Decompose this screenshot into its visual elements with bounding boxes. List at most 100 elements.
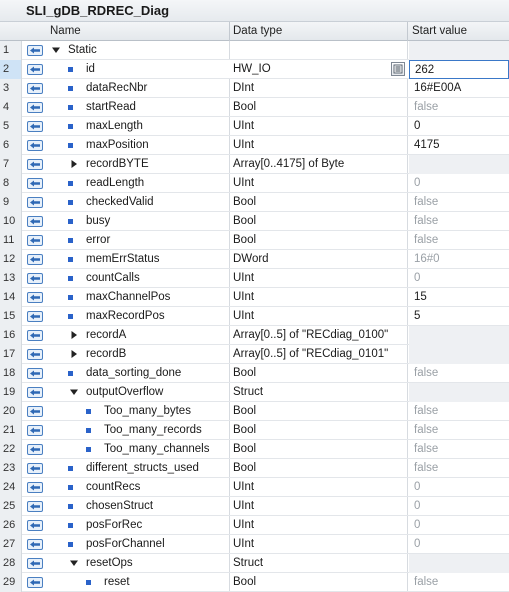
variable-name[interactable]: resetOps: [86, 557, 133, 569]
data-type-cell[interactable]: Struct: [233, 557, 263, 569]
table-row[interactable]: 29 reset Bool false: [0, 573, 509, 592]
row-number[interactable]: 18: [0, 364, 22, 383]
variable-name[interactable]: Too_many_channels: [104, 443, 210, 455]
variable-name[interactable]: reset: [104, 576, 130, 588]
table-row[interactable]: 13 countCalls UInt 0: [0, 269, 509, 288]
table-row[interactable]: 26 posForRec UInt 0: [0, 516, 509, 535]
start-value-cell[interactable]: 0: [409, 497, 509, 516]
row-number[interactable]: 16: [0, 326, 22, 345]
variable-name[interactable]: maxLength: [86, 120, 143, 132]
row-number[interactable]: 26: [0, 516, 22, 535]
table-row[interactable]: 22 Too_many_channels Bool false: [0, 440, 509, 459]
start-value-cell[interactable]: false: [409, 440, 509, 459]
data-type-cell[interactable]: DInt: [233, 82, 254, 94]
row-number[interactable]: 23: [0, 459, 22, 478]
data-type-cell[interactable]: Bool: [233, 576, 256, 588]
start-value-cell[interactable]: false: [409, 98, 509, 117]
start-value-cell[interactable]: false: [409, 193, 509, 212]
variable-name[interactable]: memErrStatus: [86, 253, 160, 265]
variable-name[interactable]: dataRecNbr: [86, 82, 147, 94]
column-divider[interactable]: [229, 22, 230, 41]
variable-name[interactable]: checkedValid: [86, 196, 154, 208]
table-row[interactable]: 4 startRead Bool false: [0, 98, 509, 117]
data-type-cell[interactable]: UInt: [233, 177, 254, 189]
data-type-cell[interactable]: HW_IO: [233, 63, 271, 75]
variable-name[interactable]: recordBYTE: [86, 158, 149, 170]
table-row[interactable]: 3 dataRecNbr DInt 16#E00A: [0, 79, 509, 98]
expand-triangle-icon[interactable]: [69, 159, 79, 169]
start-value-cell[interactable]: false: [409, 421, 509, 440]
variable-name[interactable]: maxPosition: [86, 139, 149, 151]
start-value-cell[interactable]: 16#E00A: [409, 79, 509, 98]
start-value-cell[interactable]: 15: [409, 288, 509, 307]
table-row[interactable]: 14 maxChannelPos UInt 15: [0, 288, 509, 307]
row-number[interactable]: 24: [0, 478, 22, 497]
data-type-cell[interactable]: UInt: [233, 120, 254, 132]
start-value-cell[interactable]: [409, 345, 509, 364]
row-number[interactable]: 15: [0, 307, 22, 326]
row-number[interactable]: 1: [0, 41, 22, 60]
variable-name[interactable]: maxRecordPos: [86, 310, 165, 322]
data-type-cell[interactable]: Bool: [233, 234, 256, 246]
variable-name[interactable]: countRecs: [86, 481, 140, 493]
start-value-cell[interactable]: 16#0: [409, 250, 509, 269]
table-row[interactable]: 17 recordB Array[0..5] of "RECdiag_0101": [0, 345, 509, 364]
variable-name[interactable]: recordA: [86, 329, 126, 341]
start-value-cell[interactable]: false: [409, 231, 509, 250]
variable-name[interactable]: Too_many_bytes: [104, 405, 191, 417]
start-value-cell[interactable]: 0: [409, 478, 509, 497]
data-type-cell[interactable]: Bool: [233, 424, 256, 436]
row-number[interactable]: 13: [0, 269, 22, 288]
start-value-cell[interactable]: 0: [409, 117, 509, 136]
row-number[interactable]: 29: [0, 573, 22, 592]
table-row[interactable]: 8 readLength UInt 0: [0, 174, 509, 193]
table-row[interactable]: 12 memErrStatus DWord 16#0: [0, 250, 509, 269]
data-type-cell[interactable]: UInt: [233, 500, 254, 512]
variable-name[interactable]: countCalls: [86, 272, 140, 284]
table-row[interactable]: 18 data_sorting_done Bool false: [0, 364, 509, 383]
variable-name[interactable]: readLength: [86, 177, 144, 189]
row-number[interactable]: 7: [0, 155, 22, 174]
data-type-cell[interactable]: DWord: [233, 253, 269, 265]
variable-name[interactable]: Too_many_records: [104, 424, 202, 436]
table-row[interactable]: 10 busy Bool false: [0, 212, 509, 231]
start-value-cell[interactable]: 0: [409, 174, 509, 193]
data-type-cell[interactable]: Struct: [233, 386, 263, 398]
collapse-triangle-icon[interactable]: [69, 387, 79, 397]
data-type-cell[interactable]: Bool: [233, 443, 256, 455]
variable-name[interactable]: id: [86, 63, 95, 75]
start-value-cell[interactable]: 0: [409, 269, 509, 288]
row-number[interactable]: 11: [0, 231, 22, 250]
column-header-name[interactable]: Name: [50, 25, 81, 37]
table-row[interactable]: 6 maxPosition UInt 4175: [0, 136, 509, 155]
table-row[interactable]: 28 resetOps Struct: [0, 554, 509, 573]
start-value-cell[interactable]: [409, 326, 509, 345]
start-value-input[interactable]: 262: [409, 60, 509, 79]
row-number[interactable]: 10: [0, 212, 22, 231]
data-type-cell[interactable]: Bool: [233, 367, 256, 379]
table-row[interactable]: 27 posForChannel UInt 0: [0, 535, 509, 554]
table-row[interactable]: 11 error Bool false: [0, 231, 509, 250]
row-number[interactable]: 5: [0, 117, 22, 136]
data-type-cell[interactable]: Bool: [233, 405, 256, 417]
row-number[interactable]: 14: [0, 288, 22, 307]
data-type-cell[interactable]: UInt: [233, 272, 254, 284]
start-value-cell[interactable]: false: [409, 573, 509, 592]
expand-triangle-icon[interactable]: [69, 349, 79, 359]
table-row[interactable]: 16 recordA Array[0..5] of "RECdiag_0100": [0, 326, 509, 345]
row-number[interactable]: 6: [0, 136, 22, 155]
table-row[interactable]: 19 outputOverflow Struct: [0, 383, 509, 402]
variable-name[interactable]: different_structs_used: [86, 462, 199, 474]
row-number[interactable]: 17: [0, 345, 22, 364]
start-value-cell[interactable]: 5: [409, 307, 509, 326]
data-type-cell[interactable]: UInt: [233, 291, 254, 303]
variable-name[interactable]: chosenStruct: [86, 500, 153, 512]
column-divider[interactable]: [407, 22, 408, 41]
table-row[interactable]: 20 Too_many_bytes Bool false: [0, 402, 509, 421]
table-row[interactable]: 21 Too_many_records Bool false: [0, 421, 509, 440]
start-value-cell[interactable]: false: [409, 212, 509, 231]
table-row[interactable]: 25 chosenStruct UInt 0: [0, 497, 509, 516]
data-type-cell[interactable]: Array[0..4175] of Byte: [233, 158, 344, 170]
start-value-cell[interactable]: 0: [409, 516, 509, 535]
data-type-cell[interactable]: UInt: [233, 481, 254, 493]
